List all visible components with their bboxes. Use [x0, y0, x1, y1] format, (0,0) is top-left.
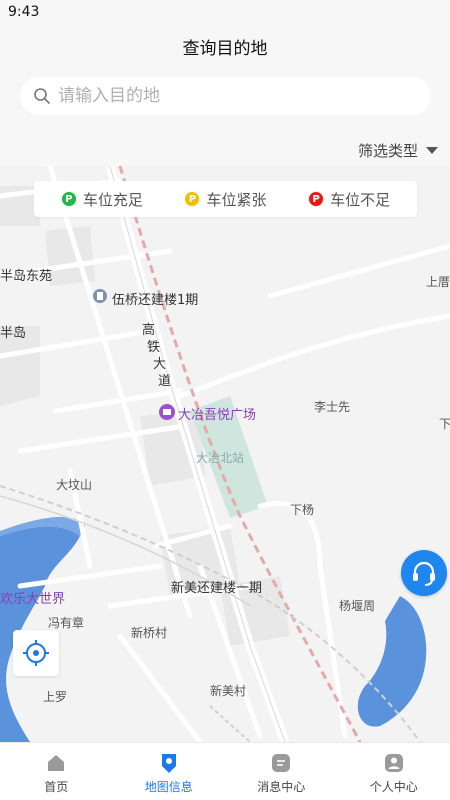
search-icon [34, 88, 50, 104]
map-label-poi: 欢乐大世界 [0, 592, 66, 607]
parking-dot-icon: P [308, 191, 325, 207]
bottom-tab-bar: 首页 地图信息 消息中心 个人中心 [0, 742, 450, 800]
caret-down-icon [426, 146, 438, 154]
parking-legend: P 车位充足 P 车位紧张 P 车位不足 [34, 181, 417, 217]
map-view[interactable]: 半岛东苑 伍桥还建楼1期 半岛 高 铁 大 道 大冶吾悦广场 李士先 大冶北站 … [0, 166, 450, 742]
map-label: 半岛 [0, 326, 27, 341]
map-label: 新美还建楼一期 [171, 581, 263, 596]
map-label: 大坟山 [56, 478, 93, 492]
map-label: 下杨 [290, 503, 315, 517]
legend-label: 车位紧张 [206, 190, 267, 209]
headset-icon [413, 561, 435, 586]
legend-item: P 车位紧张 [184, 189, 266, 210]
parking-dot-icon: P [184, 191, 201, 207]
map-label-poi: 大冶吾悦广场 [178, 408, 257, 423]
status-time: 9:43 [8, 4, 40, 20]
tab-label: 地图信息 [144, 780, 193, 794]
map-label: 杨堰周 [339, 599, 376, 613]
search-bar[interactable] [20, 77, 431, 115]
crosshair-icon [23, 640, 49, 666]
map-label: 新桥村 [131, 626, 168, 640]
tab-label: 首页 [44, 780, 69, 794]
map-label: 上厝 [426, 275, 450, 289]
poi-shopping-icon [159, 404, 175, 420]
search-input[interactable] [58, 81, 418, 111]
map-label: 上罗 [43, 690, 68, 704]
map-label: 李士先 [314, 400, 351, 414]
map-label: 新美村 [210, 684, 247, 698]
tab-label: 消息中心 [257, 780, 306, 794]
tab-profile[interactable]: 个人中心 [338, 743, 450, 800]
home-icon [48, 755, 65, 771]
parking-dot-icon: P [60, 191, 77, 207]
poi-building-icon [93, 289, 107, 303]
page-title: 查询目的地 [182, 39, 268, 59]
tab-map-info[interactable]: 地图信息 [113, 743, 226, 800]
legend-label: 车位不足 [330, 190, 391, 209]
map-label: 冯有章 [48, 616, 85, 630]
tab-home[interactable]: 首页 [0, 743, 113, 800]
message-icon [272, 754, 291, 772]
legend-label: 车位充足 [82, 190, 143, 209]
legend-item: P 车位不足 [308, 189, 390, 210]
filter-label: 筛选类型 [357, 141, 418, 160]
locate-button[interactable] [13, 630, 59, 676]
map-label: 道 [158, 374, 172, 389]
map-pin-icon [161, 754, 176, 773]
status-bar: 9:43 [0, 0, 450, 26]
customer-service-button[interactable] [401, 550, 447, 596]
map-label: 大冶北站 [196, 451, 245, 465]
tab-label: 个人中心 [369, 780, 418, 794]
map-label: 半岛东苑 [0, 269, 53, 284]
legend-item: P 车位充足 [60, 189, 143, 210]
tab-messages[interactable]: 消息中心 [225, 743, 338, 800]
user-icon [384, 754, 403, 772]
filter-type-dropdown[interactable]: 筛选类型 [358, 139, 438, 161]
map-label: 伍桥还建楼1期 [112, 293, 199, 308]
map-label: 下 [439, 417, 450, 431]
